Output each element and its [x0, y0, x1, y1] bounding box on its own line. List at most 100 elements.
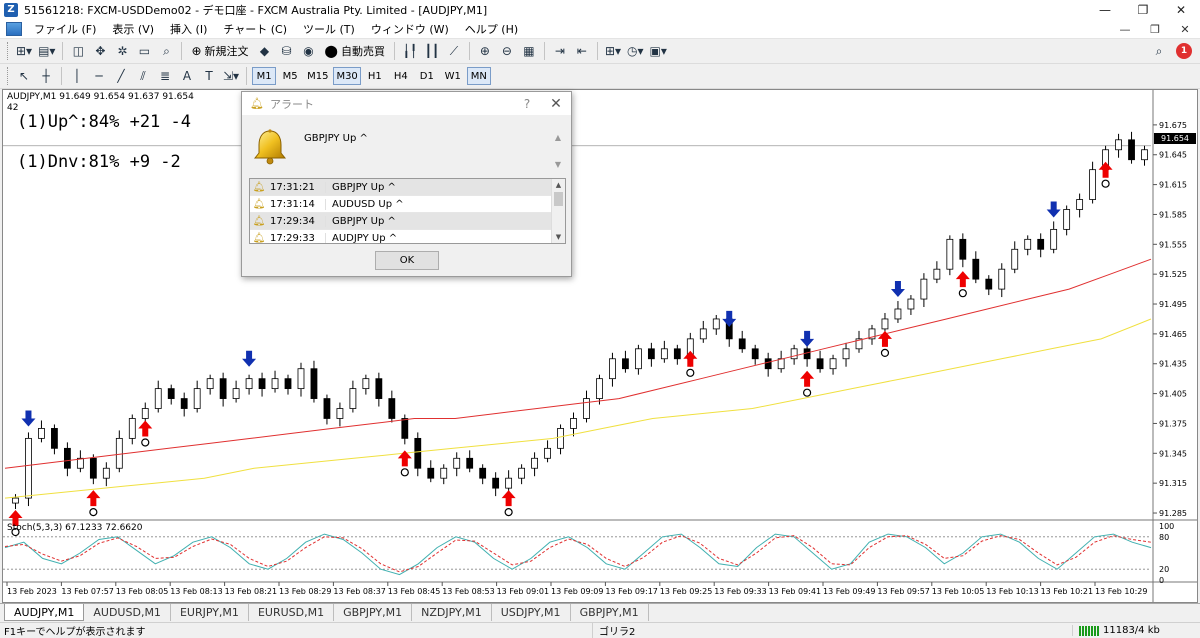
menu-tools[interactable]: ツール (T): [295, 20, 363, 39]
tab-gbpjpy-m1[interactable]: GBPJPY,M1: [334, 604, 413, 621]
bar-chart-icon[interactable]: ╽╿: [400, 41, 420, 61]
auto-trade-button[interactable]: ⬤ 自動売買: [321, 41, 389, 61]
menu-help[interactable]: ヘルプ (H): [457, 20, 526, 39]
close-button[interactable]: ✕: [1162, 0, 1200, 20]
navigator-icon[interactable]: ✲: [112, 41, 132, 61]
radio-signal-icon[interactable]: ◉: [299, 41, 319, 61]
alert-history-list[interactable]: 🔔︎ 17:31:21 GBPJPY Up ^ 🔔︎ 17:31:14 AUDU…: [249, 178, 566, 244]
price-chart[interactable]: 91.675 91.645 91.615 91.585 91.555 91.525 91.4…: [3, 90, 1197, 602]
terminal-icon[interactable]: ▭: [134, 41, 154, 61]
menu-file[interactable]: ファイル (F): [26, 20, 104, 39]
time-tick-label: 13 Feb 10:29: [1095, 587, 1147, 596]
indicators-icon[interactable]: ⊞▾: [603, 41, 623, 61]
candlestick-chart-icon[interactable]: ┃┃: [422, 41, 442, 61]
bullish-candle: [609, 358, 616, 380]
bullish-candle: [25, 437, 32, 499]
channel-icon[interactable]: ⫽: [133, 66, 153, 86]
alert-titlebar[interactable]: 🔔︎ アラート ? ✕: [242, 92, 571, 115]
scroll-down-icon[interactable]: ▼: [552, 231, 565, 243]
alert-row[interactable]: 🔔︎ 17:29:34 GBPJPY Up ^: [250, 213, 552, 230]
status-help-text: F1キーでヘルプが表示されます: [4, 627, 146, 638]
tile-windows-icon[interactable]: ▦: [519, 41, 539, 61]
timeframe-mn-button[interactable]: MN: [466, 67, 491, 85]
bearish-candle: [466, 457, 474, 469]
fibonacci-icon[interactable]: ≣: [155, 66, 175, 86]
menu-window[interactable]: ウィンドウ (W): [363, 20, 457, 39]
tab-eurusd-m1[interactable]: EURUSD,M1: [249, 604, 335, 621]
tab-audusd-m1[interactable]: AUDUSD,M1: [84, 604, 171, 621]
scroll-up-icon[interactable]: ▲: [552, 179, 565, 191]
new-order-button[interactable]: ⊕ 新規注文: [187, 41, 252, 61]
tab-eurjpy-m1[interactable]: EURJPY,M1: [171, 604, 249, 621]
chart-close-button[interactable]: ✕: [1170, 23, 1200, 36]
alert-close-button[interactable]: ✕: [541, 96, 571, 112]
bullish-candle: [777, 358, 785, 370]
chart-area[interactable]: 91.675 91.645 91.615 91.585 91.555 91.525 91.4…: [2, 89, 1198, 603]
bullish-candle: [634, 348, 642, 370]
alert-list-scrollbar[interactable]: ▲ ▼: [551, 179, 565, 243]
cursor-icon[interactable]: ↖: [14, 66, 34, 86]
toolbar-grip[interactable]: [7, 42, 10, 60]
alert-row[interactable]: 🔔︎ 17:31:14 AUDUSD Up ^: [250, 196, 552, 213]
crosshair-icon[interactable]: ┼: [36, 66, 56, 86]
timeframe-m1-button[interactable]: M1: [252, 67, 277, 85]
notification-badge[interactable]: 1: [1176, 43, 1192, 59]
timeframe-d1-button[interactable]: D1: [415, 67, 439, 85]
alert-help-button[interactable]: ?: [513, 97, 541, 111]
timeframe-m15-button[interactable]: M15: [304, 67, 331, 85]
auto-scroll-icon[interactable]: ⇥: [550, 41, 570, 61]
timeframe-m5-button[interactable]: M5: [278, 67, 302, 85]
alert-row[interactable]: 🔔︎ 17:31:21 GBPJPY Up ^: [250, 179, 552, 196]
line-chart-icon[interactable]: ⟋: [444, 41, 464, 61]
timeframe-w1-button[interactable]: W1: [441, 67, 465, 85]
scroll-thumb[interactable]: [554, 192, 563, 206]
chart-window-icon[interactable]: [6, 22, 22, 36]
bullish-candle: [712, 318, 720, 330]
tab-nzdjpy-m1[interactable]: NZDJPY,M1: [412, 604, 492, 621]
bearish-candle: [427, 467, 435, 479]
ok-button[interactable]: OK: [375, 251, 439, 270]
timeframe-m30-button[interactable]: M30: [333, 67, 361, 85]
zoom-in-icon[interactable]: ⊕: [475, 41, 495, 61]
text-label-icon[interactable]: T: [199, 66, 219, 86]
tab-audjpy-m1[interactable]: AUDJPY,M1: [4, 604, 85, 621]
templates-icon[interactable]: ▣▾: [648, 41, 669, 61]
bullish-candle: [1011, 248, 1019, 270]
timeframe-h1-button[interactable]: H1: [363, 67, 387, 85]
toolbar-grip[interactable]: [7, 67, 10, 85]
search-icon[interactable]: ⌕: [1149, 41, 1169, 61]
data-window-icon[interactable]: ✥: [90, 41, 110, 61]
menu-chart[interactable]: チャート (C): [215, 20, 295, 39]
metaeditor-icon[interactable]: ◆: [255, 41, 275, 61]
alert-row-message: GBPJPY Up ^: [332, 181, 396, 193]
market-watch-icon[interactable]: ◫: [68, 41, 88, 61]
time-tick-label: 13 Feb 2023: [7, 587, 57, 596]
price-tick-label: 91.615: [1159, 181, 1187, 190]
timeframe-h4-button[interactable]: H4: [389, 67, 413, 85]
chart-shift-icon[interactable]: ⇤: [572, 41, 592, 61]
message-scroll-arrows[interactable]: ▲ ▼: [553, 133, 563, 173]
alert-dialog-title: アラート: [269, 97, 314, 111]
maximize-button[interactable]: ❐: [1124, 0, 1162, 20]
tab-gbpjpy-m1-2[interactable]: GBPJPY,M1: [571, 604, 649, 621]
bullish-candle: [1141, 149, 1148, 161]
alert-row[interactable]: 🔔︎ 17:29:33 AUDJPY Up ^: [250, 230, 552, 243]
vertical-line-icon[interactable]: │: [67, 66, 87, 86]
periods-icon[interactable]: ◷▾: [625, 41, 646, 61]
bullish-candle: [141, 408, 149, 419]
minimize-button[interactable]: —: [1086, 0, 1124, 20]
horizontal-line-icon[interactable]: ─: [89, 66, 109, 86]
menu-insert[interactable]: 挿入 (I): [162, 20, 215, 39]
profiles-icon[interactable]: ▤▾: [36, 41, 57, 61]
chart-restore-button[interactable]: ❐: [1140, 23, 1170, 36]
chart-minimize-button[interactable]: —: [1110, 23, 1140, 36]
signals-icon[interactable]: ⛁: [277, 41, 297, 61]
tab-usdjpy-m1[interactable]: USDJPY,M1: [492, 604, 571, 621]
zoom-out-icon[interactable]: ⊖: [497, 41, 517, 61]
new-chart-icon[interactable]: ⊞▾: [14, 41, 34, 61]
trendline-icon[interactable]: ╱: [111, 66, 131, 86]
text-icon[interactable]: A: [177, 66, 197, 86]
menu-view[interactable]: 表示 (V): [104, 20, 162, 39]
strategy-tester-icon[interactable]: ⌕: [156, 41, 176, 61]
arrows-icon[interactable]: ⇲▾: [221, 66, 241, 86]
